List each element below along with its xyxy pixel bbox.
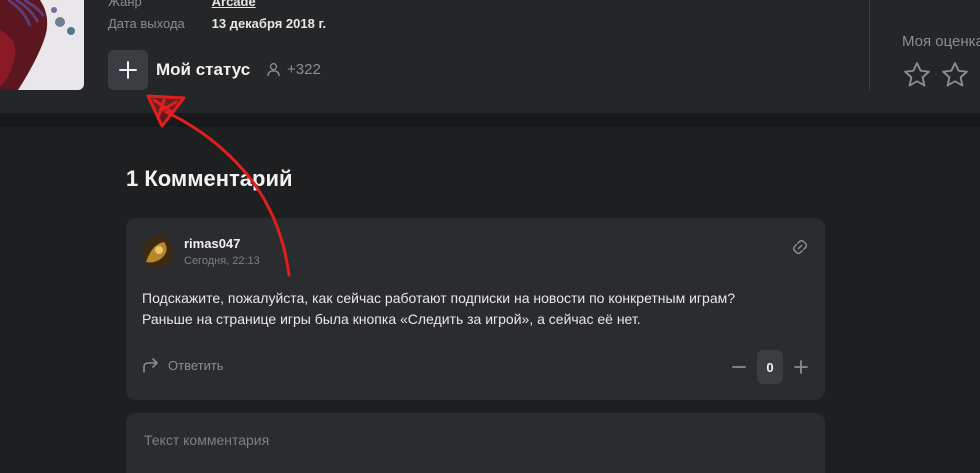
game-cover-image[interactable] xyxy=(0,0,84,90)
vote-controls: 0 xyxy=(731,350,809,384)
star-icon[interactable] xyxy=(940,60,970,90)
release-date: 13 декабря 2018 г. xyxy=(211,16,327,31)
minus-icon[interactable] xyxy=(731,359,747,375)
reply-arrow-icon xyxy=(143,358,158,373)
status-label[interactable]: Мой статус xyxy=(156,60,250,80)
genre-label: Жанр xyxy=(108,0,142,9)
comment-permalink[interactable] xyxy=(791,238,809,261)
genre-link[interactable]: Arcade xyxy=(212,0,256,9)
reply-button[interactable]: Ответить xyxy=(142,357,224,373)
avatar[interactable] xyxy=(142,236,174,268)
comment-text: Подскажите, пожалуйста, как сейчас работ… xyxy=(142,290,736,327)
plus-icon xyxy=(119,61,137,79)
my-rating-label: Моя оценка xyxy=(902,33,980,50)
comment-time: Сегодня, 22:13 xyxy=(184,255,260,267)
comment-card: rimas047 Сегодня, 22:13 Подскажите, пожа… xyxy=(126,218,825,400)
comment-editor xyxy=(126,413,825,473)
plus-icon[interactable] xyxy=(793,359,809,375)
genre-row: Жанр Arcade xyxy=(108,0,256,9)
user-icon xyxy=(267,63,280,77)
followers-count: +322 xyxy=(287,61,321,78)
rating-stars xyxy=(902,60,970,90)
vote-count: 0 xyxy=(757,350,783,384)
star-icon[interactable] xyxy=(902,60,932,90)
comment-input[interactable] xyxy=(142,431,806,449)
vertical-divider xyxy=(869,0,870,90)
release-row: Дата выхода 13 декабря 2018 г. xyxy=(108,16,326,31)
reply-label: Ответить xyxy=(168,357,224,373)
comments-title: 1 Комментарий xyxy=(126,166,293,191)
header-divider xyxy=(0,113,980,127)
link-icon xyxy=(792,239,808,255)
add-status-button[interactable] xyxy=(108,50,148,90)
followers-counter: +322 xyxy=(266,61,321,78)
release-label: Дата выхода xyxy=(108,16,185,31)
comment-author[interactable]: rimas047 xyxy=(184,236,240,251)
